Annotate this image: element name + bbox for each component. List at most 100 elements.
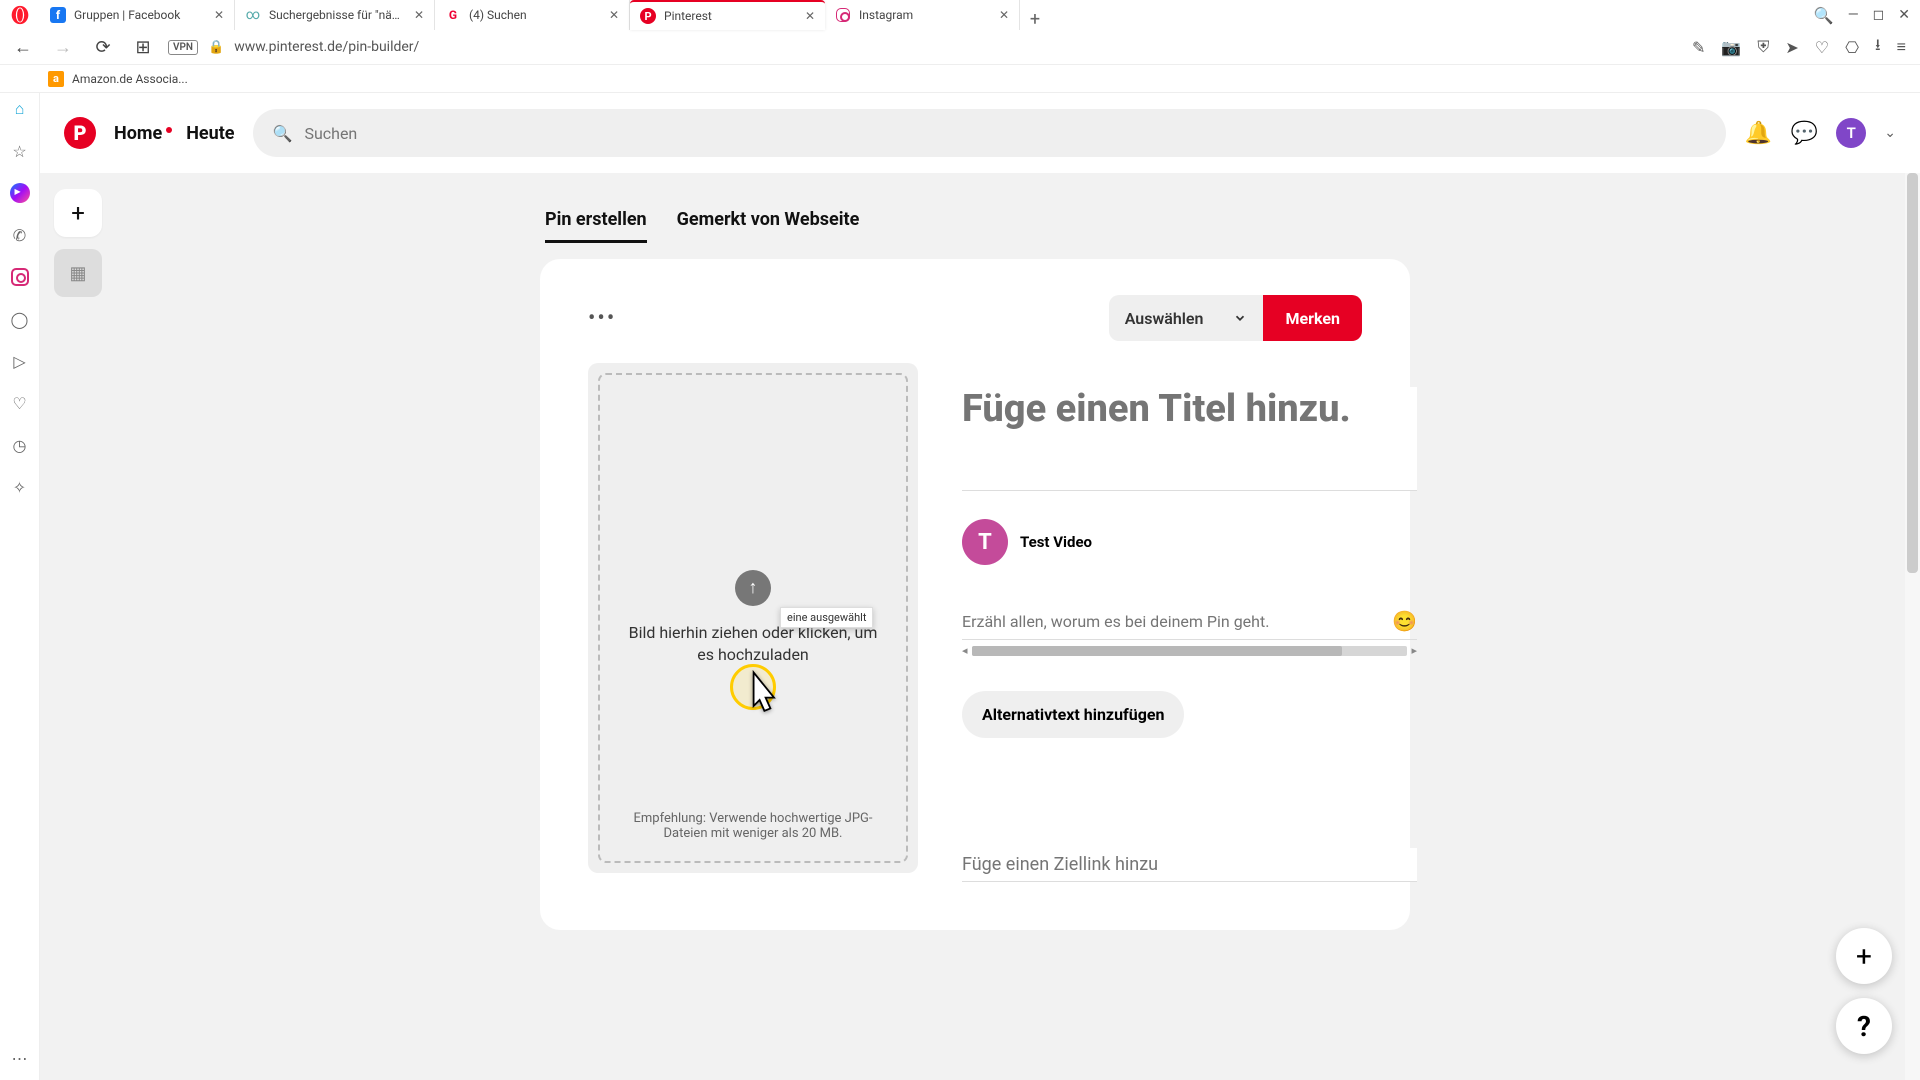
- send-icon[interactable]: ➤: [1785, 38, 1798, 57]
- chat-icon[interactable]: 💬: [1790, 119, 1818, 147]
- close-icon[interactable]: ✕: [805, 9, 815, 23]
- tab-create-pin[interactable]: Pin erstellen: [545, 209, 647, 243]
- url-field[interactable]: www.pinterest.de/pin-builder/: [234, 39, 1682, 55]
- title-input[interactable]: [962, 387, 1417, 491]
- download-icon[interactable]: ⭳: [1875, 34, 1881, 61]
- heart-sidebar-icon[interactable]: ♡: [10, 393, 30, 413]
- new-tab-button[interactable]: +: [1020, 9, 1050, 30]
- search-bar[interactable]: 🔍: [253, 109, 1727, 157]
- upload-text: Bild hierhin ziehen oder klicken, um es …: [620, 622, 886, 667]
- board-select[interactable]: Auswählen: [1109, 295, 1264, 341]
- address-bar-actions: ✎ 📷 ⛨ ➤ ♡ ⎔ ⭳ ≡: [1692, 34, 1912, 61]
- heart-icon[interactable]: ♡: [1815, 38, 1829, 57]
- minimize-icon[interactable]: —: [1848, 7, 1859, 23]
- bell-icon[interactable]: 🔔: [1744, 119, 1772, 147]
- scroll-right-icon[interactable]: ▸: [1411, 644, 1417, 657]
- upload-arrow-icon: ↑: [735, 570, 771, 606]
- header-actions: 🔔 💬 T ⌄: [1744, 118, 1896, 148]
- vpn-badge[interactable]: VPN: [168, 40, 198, 55]
- page-scrollbar[interactable]: [1905, 173, 1920, 1080]
- search-icon[interactable]: 🔍: [1814, 6, 1834, 25]
- whatsapp-sidebar-icon[interactable]: ✆: [10, 225, 30, 245]
- tab-pinterest[interactable]: P Pinterest ✕: [630, 0, 825, 30]
- tab-title: (4) Suchen: [469, 8, 601, 22]
- tab-title: Suchergebnisse für "nähen": [269, 8, 406, 22]
- bookmarks-bar: a Amazon.de Associa...: [0, 65, 1920, 93]
- scroll-left-icon[interactable]: ◂: [962, 644, 968, 657]
- maximize-icon[interactable]: ◻: [1873, 7, 1885, 23]
- close-icon[interactable]: ✕: [609, 8, 619, 22]
- form-column: T Test Video 😊 ◂ ▸ Alternativtext hinzuf…: [962, 363, 1417, 882]
- card-toolbar: ••• Auswählen Merken: [588, 295, 1362, 341]
- speed-dial-icon[interactable]: ⊞: [128, 37, 158, 58]
- tab-search-results[interactable]: ∞ Suchergebnisse für "nähen" ✕: [235, 0, 435, 30]
- star-sidebar-icon[interactable]: ☆: [10, 141, 30, 161]
- home-sidebar-icon[interactable]: ⌂: [10, 99, 30, 119]
- pin-sidebar-icon[interactable]: ✧: [10, 477, 30, 497]
- instagram-sidebar-icon[interactable]: [10, 267, 30, 287]
- window-controls: 🔍 — ◻ ✕: [1804, 0, 1920, 30]
- destination-link-input[interactable]: [962, 848, 1417, 882]
- close-window-icon[interactable]: ✕: [1898, 7, 1910, 23]
- gettr-icon: G: [445, 7, 461, 23]
- opera-sidebar: ⌂ ☆ ✆ ◯ ▷ ♡ ◷ ✧ ⋯: [0, 93, 40, 1080]
- emoji-picker-icon[interactable]: 😊: [1392, 609, 1417, 633]
- history-sidebar-icon[interactable]: ◷: [10, 435, 30, 455]
- close-icon[interactable]: ✕: [999, 8, 1009, 22]
- author-name: Test Video: [1020, 533, 1092, 551]
- more-options-icon[interactable]: •••: [588, 306, 616, 331]
- upload-dropzone[interactable]: ↑ Bild hierhin ziehen oder klicken, um e…: [588, 363, 918, 873]
- pin-editor-card: ••• Auswählen Merken ↑ Bild hierhin zieh…: [540, 259, 1410, 930]
- tab-save-from-web[interactable]: Gemerkt von Webseite: [677, 209, 860, 243]
- more-sidebar-icon[interactable]: ⋯: [10, 1048, 30, 1068]
- play-sidebar-icon[interactable]: ▷: [10, 351, 30, 371]
- description-row: 😊: [962, 609, 1417, 640]
- pin-builder-body: + ▦ Pin erstellen Gemerkt von Webseite •…: [40, 173, 1920, 1080]
- browser-tabs: f Gruppen | Facebook ✕ ∞ Suchergebnisse …: [40, 0, 1804, 30]
- chevron-down-icon[interactable]: ⌄: [1884, 125, 1896, 141]
- bookmark-amazon[interactable]: Amazon.de Associa...: [72, 72, 188, 86]
- search-input[interactable]: [304, 124, 1706, 143]
- draft-thumbnail[interactable]: ▦: [54, 249, 102, 297]
- alt-text-button[interactable]: Alternativtext hinzufügen: [962, 691, 1184, 738]
- description-scroll[interactable]: ◂ ▸: [962, 644, 1417, 657]
- description-input[interactable]: [962, 612, 1392, 631]
- browser-titlebar: f Gruppen | Facebook ✕ ∞ Suchergebnisse …: [0, 0, 1920, 30]
- close-icon[interactable]: ✕: [214, 8, 224, 22]
- lock-icon[interactable]: 🔒: [208, 40, 224, 55]
- upload-column: ↑ Bild hierhin ziehen oder klicken, um e…: [588, 363, 918, 882]
- primary-nav: Home Heute: [114, 123, 235, 144]
- back-button[interactable]: ←: [8, 37, 38, 58]
- nav-today[interactable]: Heute: [186, 123, 234, 144]
- tab-facebook[interactable]: f Gruppen | Facebook ✕: [40, 0, 235, 30]
- avatar[interactable]: T: [1836, 118, 1866, 148]
- scrollbar-thumb[interactable]: [1907, 173, 1918, 573]
- opera-logo[interactable]: [0, 0, 40, 30]
- reload-button[interactable]: ⟳: [88, 37, 118, 58]
- close-icon[interactable]: ✕: [414, 8, 424, 22]
- upload-inner: ↑ Bild hierhin ziehen oder klicken, um e…: [598, 373, 908, 863]
- save-button[interactable]: Merken: [1263, 295, 1362, 341]
- author-avatar[interactable]: T: [962, 519, 1008, 565]
- nav-home[interactable]: Home: [114, 123, 162, 144]
- scroll-track[interactable]: [972, 646, 1408, 656]
- pin-builder-sidebar: + ▦: [54, 189, 102, 297]
- save-group: Auswählen Merken: [1109, 295, 1362, 341]
- file-tooltip: eine ausgewählt: [780, 607, 873, 628]
- fab-add[interactable]: +: [1836, 928, 1892, 984]
- forward-button[interactable]: →: [48, 37, 78, 58]
- tab-gettr-search[interactable]: G (4) Suchen ✕: [435, 0, 630, 30]
- tab-instagram[interactable]: Instagram ✕: [825, 0, 1020, 30]
- cube-icon[interactable]: ⎔: [1845, 38, 1859, 57]
- fab-help[interactable]: ?: [1836, 998, 1892, 1054]
- pinterest-header: P Home Heute 🔍 🔔 💬 T ⌄: [40, 93, 1920, 173]
- pinterest-logo[interactable]: P: [64, 117, 96, 149]
- address-bar: ← → ⟳ ⊞ VPN 🔒 www.pinterest.de/pin-build…: [0, 30, 1920, 65]
- menu-icon[interactable]: ≡: [1897, 37, 1906, 57]
- messenger-sidebar-icon[interactable]: [10, 183, 30, 203]
- shield-icon[interactable]: ⛨: [1757, 37, 1769, 57]
- edit-icon[interactable]: ✎: [1692, 38, 1705, 57]
- add-pin-button[interactable]: +: [54, 189, 102, 237]
- player-sidebar-icon[interactable]: ◯: [10, 309, 30, 329]
- camera-icon[interactable]: 📷: [1721, 38, 1741, 57]
